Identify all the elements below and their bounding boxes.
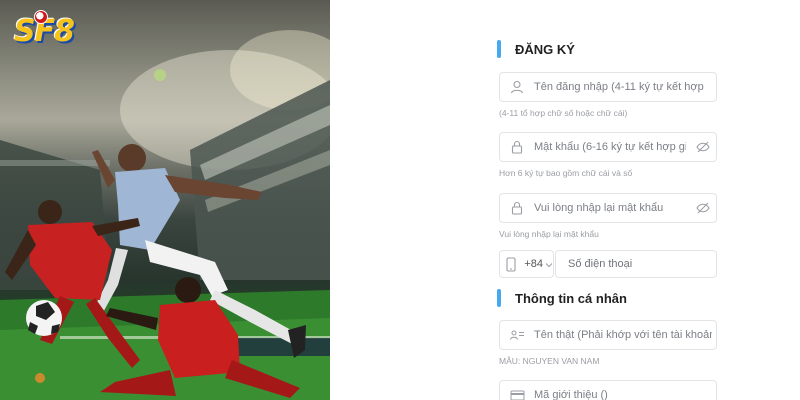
username-input[interactable] [534, 73, 716, 101]
eye-off-icon[interactable] [690, 194, 716, 222]
lock-icon [500, 133, 534, 161]
chevron-down-icon [545, 255, 553, 273]
lock-icon [500, 194, 534, 222]
football-scene-illustration [0, 30, 330, 400]
personal-info-title: Thông tin cá nhân [515, 290, 627, 306]
eye-off-icon[interactable] [690, 133, 716, 161]
id-card-icon [500, 321, 534, 349]
phone-row: +84 [499, 250, 717, 278]
phone-field[interactable] [555, 250, 717, 278]
username-field[interactable] [499, 72, 717, 102]
soccer-ball-icon [34, 10, 48, 24]
section-title-personal-info: Thông tin cá nhân [497, 289, 627, 307]
section-title-register: ĐĂNG KÝ [497, 40, 575, 58]
password-field[interactable] [499, 132, 717, 162]
real-name-field[interactable] [499, 320, 717, 350]
country-code-select[interactable]: +84 [499, 250, 554, 278]
user-icon [500, 73, 534, 101]
register-title: ĐĂNG KÝ [515, 41, 575, 57]
referral-input[interactable] [534, 381, 716, 400]
accent-bar [497, 40, 501, 58]
registration-page: { "brand": { "logo_text": "SF8" }, "regi… [0, 0, 800, 400]
registration-form: ĐĂNG KÝ (4-11 tổ hợp chữ số hoặc chữ cái… [497, 0, 727, 400]
referral-field[interactable] [499, 380, 717, 400]
password-input[interactable] [534, 133, 690, 161]
confirm-password-field[interactable] [499, 193, 717, 223]
country-code: +84 [524, 258, 543, 270]
password-hint: Hơn 6 ký tự bao gồm chữ cái và số [499, 168, 633, 178]
confirm-password-hint: Vui lòng nhập lại mật khẩu [499, 229, 599, 239]
hero-image: SF8 [0, 0, 330, 400]
phone-input[interactable] [556, 258, 716, 270]
phone-icon [500, 256, 522, 272]
accent-bar [497, 289, 501, 307]
real-name-input[interactable] [534, 321, 716, 349]
username-hint: (4-11 tổ hợp chữ số hoặc chữ cái) [499, 108, 628, 118]
confirm-password-input[interactable] [534, 194, 690, 222]
real-name-hint: MẪU: NGUYEN VAN NAM [499, 356, 600, 366]
brand-logo[interactable]: SF8 [6, 6, 106, 49]
card-icon [500, 381, 534, 400]
